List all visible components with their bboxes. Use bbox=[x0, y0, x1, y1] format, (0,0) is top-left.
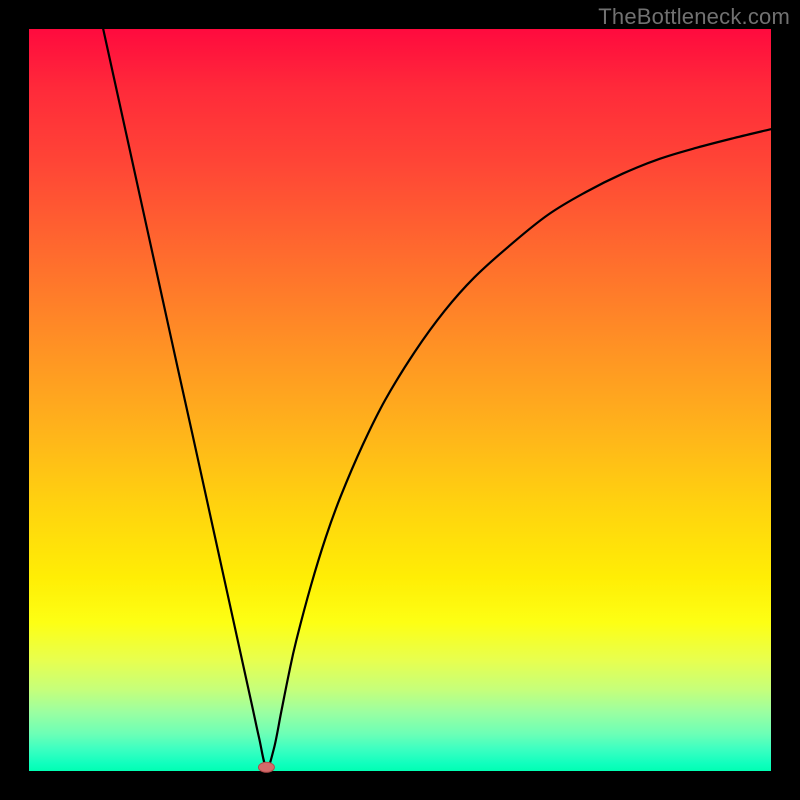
bottleneck-curve bbox=[103, 29, 771, 768]
plot-area bbox=[29, 29, 771, 771]
minimum-marker bbox=[258, 762, 274, 772]
watermark-text: TheBottleneck.com bbox=[598, 4, 790, 30]
chart-frame: TheBottleneck.com bbox=[0, 0, 800, 800]
chart-svg bbox=[29, 29, 771, 771]
